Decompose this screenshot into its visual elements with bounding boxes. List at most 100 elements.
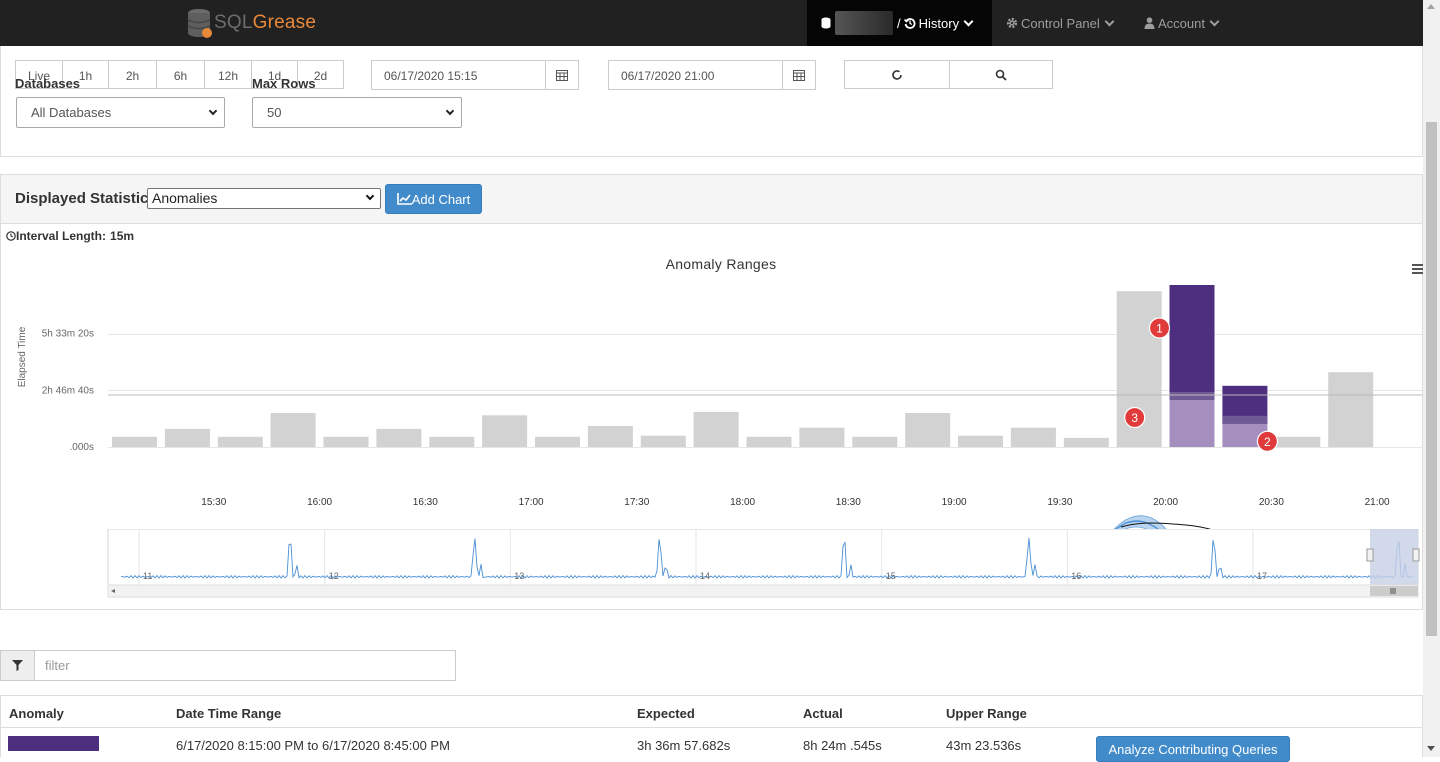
bar-2045-s0[interactable] [1275,436,1321,447]
bar-1900-s0[interactable] [905,413,951,447]
brand-name: SQLGrease [214,12,317,33]
x-tick-label: 15:30 [201,497,226,508]
user-icon [1144,17,1155,29]
databases-select[interactable]: All Databases [16,97,225,128]
database-icon [821,17,831,29]
row-upper-range: 43m 23.536s [946,738,1022,753]
bar-2100-s0[interactable] [1328,372,1374,447]
analyze-contributing-queries-button[interactable]: Analyze Contributing Queries [1096,736,1290,762]
add-chart-label: Add Chart [411,191,471,207]
end-calendar-button[interactable] [782,60,816,90]
x-tick-label: 18:30 [836,497,861,508]
bar-1845-s0[interactable] [852,436,898,447]
anomaly-chart[interactable]: .000s 2h 46m 40s 5h 33m 20s 15:30 16:00 16:30… [1,285,1422,545]
range-button-2h[interactable]: 2h [108,60,157,89]
max-rows-select[interactable]: 50 [252,97,462,128]
calendar-icon [556,70,568,81]
displayed-statistic-value: Anomalies [152,190,218,206]
brand-logo[interactable]: SQLGrease [186,5,316,41]
account-menu[interactable]: Account [1144,0,1220,46]
range-button-6h[interactable]: 6h [156,60,205,89]
bar-1530-s0[interactable] [164,428,210,447]
navigator-day-label: 14 [700,571,710,581]
annotation-marker-1[interactable]: 1 [1148,317,1171,339]
y-tick-label: .000s [70,442,94,453]
annotation-marker-3[interactable]: 3 [1124,406,1146,429]
x-tick-label: 17:00 [519,497,544,508]
chevron-down-icon [1209,16,1220,26]
x-tick-label: 19:30 [1047,497,1072,508]
bar-1715-s0[interactable] [535,436,580,447]
history-label: History [918,15,960,31]
bar-1815-s0[interactable] [746,436,792,447]
bar-1700-s0[interactable] [482,415,528,447]
svg-text:2: 2 [1264,435,1271,449]
history-nav[interactable]: / History [807,0,992,46]
filter-input[interactable]: filter [45,658,70,673]
bar-1915-s0[interactable] [958,435,1003,447]
scroll-up-arrow-icon[interactable] [1427,4,1435,9]
end-date-input[interactable]: 06/17/2020 21:00 [608,60,783,90]
x-tick-label: 17:30 [624,497,649,508]
y-tick-label: 2h 46m 40s [42,385,94,396]
navigator-day-label: 17 [1257,571,1267,581]
scrollbar-thumb[interactable] [1426,122,1437,636]
navigator-scrollbar-thumb[interactable] [1370,586,1418,596]
x-tick-label: 21:00 [1365,497,1390,508]
bar-1515-s0[interactable] [112,436,157,447]
bar-2015-s1[interactable] [1169,400,1215,447]
filter-panel: Live 1h 2h 6h 12h 1d 2d 06/17/2020 15:15… [0,30,1423,157]
y-tick-label: 5h 33m 20s [42,329,94,340]
add-chart-button[interactable]: Add Chart [385,184,482,214]
navigator-right-handle[interactable] [1412,548,1420,562]
navigator-scrollbar[interactable] [107,584,1419,598]
bar-1630-s0[interactable] [376,428,422,447]
annotation-marker-2[interactable]: 2 [1256,430,1279,452]
filter-icon [12,660,23,671]
svg-text:3: 3 [1131,411,1138,425]
search-button[interactable] [949,60,1053,89]
line-chart-icon [396,193,412,205]
col-header-date-time-range: Date Time Range [176,706,282,721]
bar-1615-s0[interactable] [323,436,369,447]
interval-value: 15m [110,229,135,243]
bar-1730-s0[interactable] [587,426,633,447]
start-date-input[interactable]: 06/17/2020 15:15 [371,60,546,90]
chart-navigator[interactable]: 11 12 13 14 15 16 17 [1,529,1422,601]
bar-2015-s2[interactable] [1169,285,1215,400]
displayed-statistic-select[interactable]: Anomalies [147,188,381,209]
bar-band-2030 [1222,415,1268,424]
bar-1645-s0[interactable] [429,436,475,447]
navigator-day-label: 12 [329,571,339,581]
start-calendar-button[interactable] [545,60,579,90]
navigator-day-label: 13 [514,571,524,581]
svg-text:1: 1 [1156,322,1163,336]
navigator-selected-range[interactable] [1370,529,1418,585]
anomaly-color-swatch [8,736,99,751]
chart-menu-icon[interactable] [1412,264,1423,276]
chart-panel-header: Displayed Statistic Anomalies Add Chart [1,175,1422,224]
page-scrollbar[interactable] [1423,0,1440,757]
chevron-down-icon [1104,16,1115,26]
refresh-button[interactable] [844,60,950,89]
scroll-down-arrow-icon[interactable] [1427,746,1435,751]
bar-1945-s0[interactable] [1063,437,1109,447]
bar-1745-s0[interactable] [640,435,686,447]
navigator-day-label: 16 [1071,571,1081,581]
bar-1600-s0[interactable] [270,413,316,447]
database-logo-icon [187,9,212,38]
databases-select-value: All Databases [31,105,112,120]
control-panel-menu[interactable]: Control Panel [1006,0,1115,46]
history-menu[interactable]: History [903,15,974,31]
bar-1930-s0[interactable] [1010,427,1056,447]
databases-label: Databases [15,76,81,91]
calendar-icon [793,70,805,81]
filter-input-group[interactable]: filter [0,650,456,681]
navigator-left-handle[interactable] [1366,548,1374,562]
range-button-12h[interactable]: 12h [204,60,252,89]
bar-1830-s0[interactable] [799,427,845,447]
bar-1800-s0[interactable] [693,411,739,447]
filter-icon-addon [1,651,35,680]
interval-label: Interval Length: [16,229,107,243]
bar-1545-s0[interactable] [217,436,263,447]
